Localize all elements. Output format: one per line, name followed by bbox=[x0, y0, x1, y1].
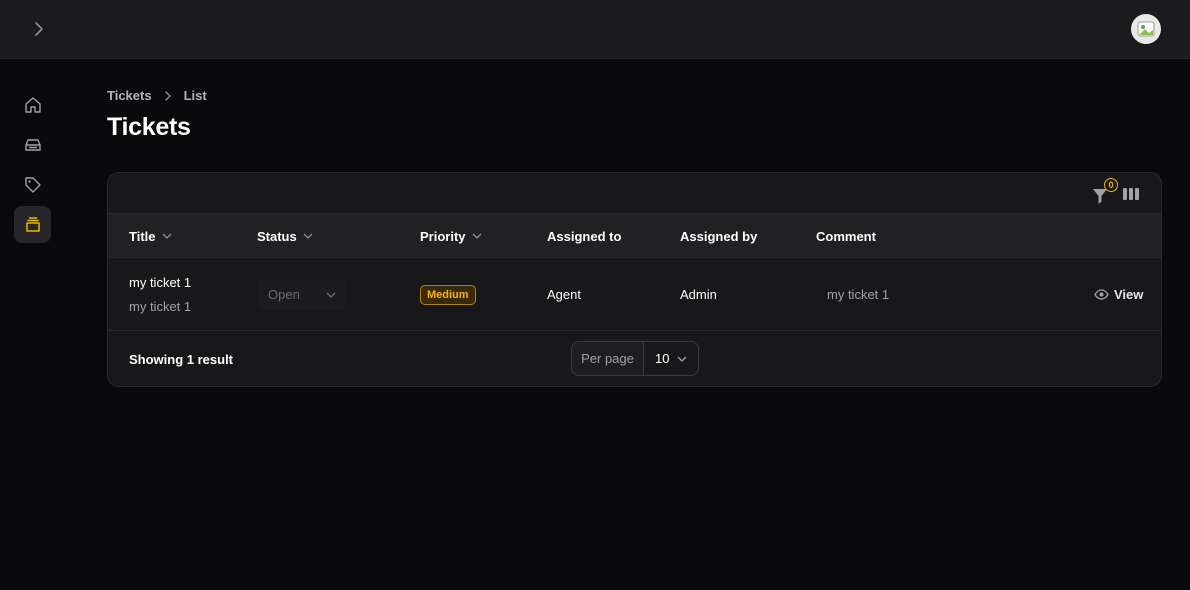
chevron-down-icon bbox=[472, 233, 482, 239]
sidebar-item-tags[interactable] bbox=[14, 166, 51, 203]
column-header-status[interactable]: Status bbox=[257, 214, 313, 258]
inbox-icon bbox=[24, 138, 41, 151]
priority-badge: Medium bbox=[420, 284, 476, 305]
ticket-status-cell: Open bbox=[258, 258, 346, 331]
ticket-priority-cell: Medium bbox=[420, 258, 476, 331]
toggle-columns-button[interactable] bbox=[1122, 186, 1140, 202]
chevron-right-icon bbox=[164, 90, 172, 102]
filter-count-badge: 0 bbox=[1104, 178, 1118, 192]
column-header-priority[interactable]: Priority bbox=[420, 214, 482, 258]
top-bar bbox=[0, 0, 1190, 59]
archive-icon bbox=[25, 216, 40, 232]
table-toolbar: 0 bbox=[108, 173, 1161, 214]
per-page-value: 10 bbox=[655, 351, 670, 366]
sidebar bbox=[14, 86, 51, 246]
table-row: my ticket 1 my ticket 1 Open Medium Agen… bbox=[108, 258, 1161, 331]
breadcrumb-current: List bbox=[183, 88, 207, 103]
table-footer: Showing 1 result Per page 10 bbox=[108, 331, 1161, 386]
column-priority-label: Priority bbox=[420, 228, 466, 244]
page-title: Tickets bbox=[107, 113, 191, 141]
column-header-assigned-by: Assigned by bbox=[680, 214, 757, 258]
sidebar-item-home[interactable] bbox=[14, 86, 51, 123]
table-header: Title Status Priority Assigned to Assign… bbox=[108, 214, 1161, 258]
chevron-down-icon bbox=[326, 292, 336, 298]
column-header-assigned-to: Assigned to bbox=[547, 214, 621, 258]
column-title-label: Title bbox=[129, 228, 156, 244]
tickets-table: 0 Title Status Priority Assigned to Assi… bbox=[107, 172, 1162, 387]
chevron-down-icon bbox=[162, 233, 172, 239]
status-value: Open bbox=[268, 287, 300, 302]
eye-icon bbox=[1094, 289, 1109, 300]
columns-icon bbox=[1123, 188, 1139, 200]
column-status-label: Status bbox=[257, 228, 297, 244]
ticket-title-cell: my ticket 1 my ticket 1 bbox=[129, 258, 191, 331]
per-page-select[interactable]: 10 bbox=[644, 342, 698, 375]
chevron-down-icon bbox=[677, 356, 687, 362]
column-assigned-by-label: Assigned by bbox=[680, 228, 758, 244]
expand-sidebar-button[interactable] bbox=[26, 16, 52, 42]
per-page-label: Per page bbox=[572, 342, 644, 375]
tag-icon bbox=[24, 176, 41, 193]
ticket-assigned-to: Agent bbox=[547, 287, 581, 302]
sidebar-item-tickets[interactable] bbox=[14, 206, 51, 243]
sidebar-item-inbox[interactable] bbox=[14, 126, 51, 163]
column-header-title[interactable]: Title bbox=[129, 214, 172, 258]
ticket-title: my ticket 1 bbox=[129, 275, 192, 290]
ticket-subtitle: my ticket 1 bbox=[129, 299, 192, 314]
column-assigned-to-label: Assigned to bbox=[547, 228, 622, 244]
column-comment-label: Comment bbox=[816, 228, 876, 244]
breadcrumb-tickets-link[interactable]: Tickets bbox=[107, 88, 152, 103]
home-icon bbox=[24, 96, 41, 113]
chevron-right-icon bbox=[35, 22, 43, 36]
ticket-comment: my ticket 1 bbox=[827, 287, 890, 302]
per-page-control: Per page 10 bbox=[571, 341, 699, 376]
view-label: View bbox=[1114, 287, 1144, 302]
view-ticket-button[interactable]: View bbox=[1094, 258, 1143, 331]
broken-image-icon bbox=[1137, 21, 1155, 37]
column-header-comment: Comment bbox=[816, 214, 876, 258]
ticket-assigned-by: Admin bbox=[680, 287, 717, 302]
user-avatar[interactable] bbox=[1131, 14, 1161, 44]
results-count: Showing 1 result bbox=[129, 351, 234, 367]
status-select[interactable]: Open bbox=[258, 279, 346, 310]
breadcrumb: Tickets List bbox=[107, 88, 207, 103]
filter-button[interactable]: 0 bbox=[1089, 178, 1118, 205]
chevron-down-icon bbox=[303, 233, 313, 239]
